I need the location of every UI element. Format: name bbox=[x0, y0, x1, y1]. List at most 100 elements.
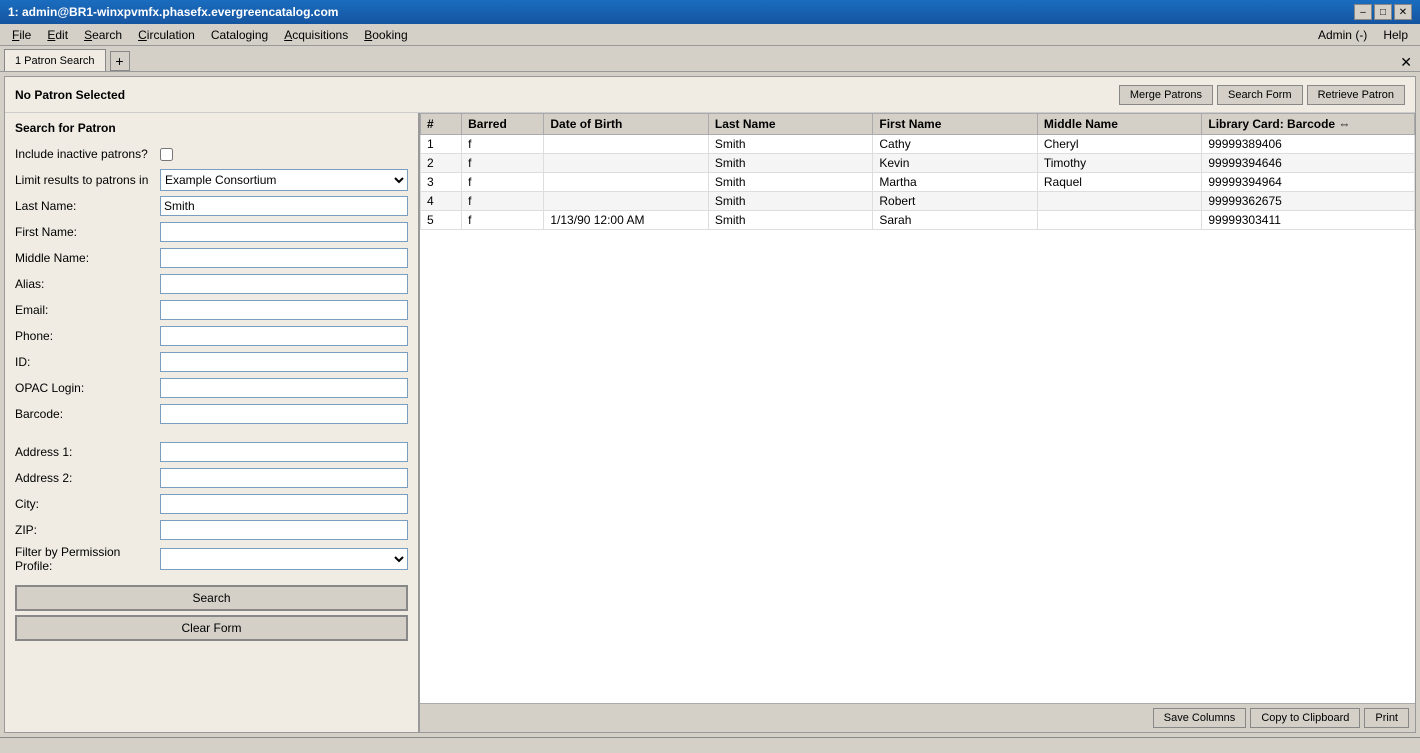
middle-name-row: Middle Name: bbox=[15, 247, 408, 269]
search-form-button[interactable]: Search Form bbox=[1217, 85, 1303, 105]
email-input[interactable] bbox=[160, 300, 408, 320]
cell-barred: f bbox=[462, 135, 544, 154]
copy-clipboard-button[interactable]: Copy to Clipboard bbox=[1250, 708, 1360, 728]
id-input[interactable] bbox=[160, 352, 408, 372]
menu-admin[interactable]: Admin (-) bbox=[1310, 26, 1375, 44]
id-row: ID: bbox=[15, 351, 408, 373]
address2-label: Address 2: bbox=[15, 471, 160, 485]
permission-profile-select[interactable] bbox=[160, 548, 408, 570]
cell-middle bbox=[1037, 192, 1202, 211]
phone-input[interactable] bbox=[160, 326, 408, 346]
save-columns-button[interactable]: Save Columns bbox=[1153, 708, 1247, 728]
city-label: City: bbox=[15, 497, 160, 511]
table-row[interactable]: 2fSmithKevinTimothy99999394646 bbox=[421, 154, 1415, 173]
alias-row: Alias: bbox=[15, 273, 408, 295]
search-button[interactable]: Search bbox=[15, 585, 408, 611]
merge-patrons-button[interactable]: Merge Patrons bbox=[1119, 85, 1213, 105]
address1-input[interactable] bbox=[160, 442, 408, 462]
table-row[interactable]: 4fSmithRobert99999362675 bbox=[421, 192, 1415, 211]
title-bar-controls: – □ ✕ bbox=[1354, 4, 1412, 20]
limit-results-select[interactable]: Example Consortium bbox=[160, 169, 408, 191]
title-bar: 1: admin@BR1-winxpvmfx.phasefx.evergreen… bbox=[0, 0, 1420, 24]
results-footer: Save Columns Copy to Clipboard Print bbox=[420, 703, 1415, 732]
menu-bar: File Edit Search Circulation Cataloging … bbox=[0, 24, 1420, 46]
col-header-num[interactable]: # bbox=[421, 114, 462, 135]
address1-label: Address 1: bbox=[15, 445, 160, 459]
cell-barred: f bbox=[462, 173, 544, 192]
menu-help[interactable]: Help bbox=[1375, 26, 1416, 44]
cell-barred: f bbox=[462, 192, 544, 211]
cell-middle: Cheryl bbox=[1037, 135, 1202, 154]
maximize-button[interactable]: □ bbox=[1374, 4, 1392, 20]
cell-middle bbox=[1037, 211, 1202, 230]
cell-first: Sarah bbox=[873, 211, 1038, 230]
barcode-input[interactable] bbox=[160, 404, 408, 424]
results-panel: # Barred Date of Birth Last Name First N… bbox=[420, 113, 1415, 732]
menu-booking[interactable]: Booking bbox=[356, 26, 415, 44]
email-label: Email: bbox=[15, 303, 160, 317]
barcode-label: Barcode: bbox=[15, 407, 160, 421]
print-button[interactable]: Print bbox=[1364, 708, 1409, 728]
col-header-middle[interactable]: Middle Name bbox=[1037, 114, 1202, 135]
cell-last: Smith bbox=[708, 192, 873, 211]
opac-login-input[interactable] bbox=[160, 378, 408, 398]
tab-add-button[interactable]: + bbox=[110, 51, 130, 71]
menu-cataloging[interactable]: Cataloging bbox=[203, 26, 276, 44]
col-header-last[interactable]: Last Name bbox=[708, 114, 873, 135]
menu-file[interactable]: File bbox=[4, 26, 39, 44]
clear-form-button[interactable]: Clear Form bbox=[15, 615, 408, 641]
opac-login-row: OPAC Login: bbox=[15, 377, 408, 399]
cell-barred: f bbox=[462, 211, 544, 230]
alias-input[interactable] bbox=[160, 274, 408, 294]
cell-dob: 1/13/90 12:00 AM bbox=[544, 211, 709, 230]
minimize-button[interactable]: – bbox=[1354, 4, 1372, 20]
last-name-row: Last Name: bbox=[15, 195, 408, 217]
limit-results-label: Limit results to patrons in bbox=[15, 173, 160, 187]
close-tab-button[interactable]: ✕ bbox=[1400, 54, 1416, 71]
cell-dob bbox=[544, 192, 709, 211]
table-row[interactable]: 5f1/13/90 12:00 AMSmithSarah99999303411 bbox=[421, 211, 1415, 230]
menu-search[interactable]: Search bbox=[76, 26, 130, 44]
col-header-libcard[interactable]: Library Card: Barcode ⇔ bbox=[1202, 114, 1415, 135]
table-header-row: # Barred Date of Birth Last Name First N… bbox=[421, 114, 1415, 135]
close-button[interactable]: ✕ bbox=[1394, 4, 1412, 20]
address2-input[interactable] bbox=[160, 468, 408, 488]
cell-barred: f bbox=[462, 154, 544, 173]
permission-profile-row: Filter by Permission Profile: bbox=[15, 545, 408, 573]
header-buttons: Merge Patrons Search Form Retrieve Patro… bbox=[1119, 85, 1405, 105]
city-input[interactable] bbox=[160, 494, 408, 514]
tab-patron-search[interactable]: 1 Patron Search bbox=[4, 49, 106, 71]
table-row[interactable]: 1fSmithCathyCheryl99999389406 bbox=[421, 135, 1415, 154]
cell-num: 2 bbox=[421, 154, 462, 173]
menu-acquisitions[interactable]: Acquisitions bbox=[276, 26, 356, 44]
cell-first: Cathy bbox=[873, 135, 1038, 154]
header-row: No Patron Selected Merge Patrons Search … bbox=[5, 77, 1415, 113]
opac-login-label: OPAC Login: bbox=[15, 381, 160, 395]
table-row[interactable]: 3fSmithMarthaRaquel99999394964 bbox=[421, 173, 1415, 192]
col-header-dob[interactable]: Date of Birth bbox=[544, 114, 709, 135]
zip-input[interactable] bbox=[160, 520, 408, 540]
col-resize-icon[interactable]: ⇔ bbox=[1338, 117, 1350, 131]
col-header-first[interactable]: First Name bbox=[873, 114, 1038, 135]
cell-dob bbox=[544, 135, 709, 154]
first-name-row: First Name: bbox=[15, 221, 408, 243]
last-name-input[interactable] bbox=[160, 196, 408, 216]
cell-middle: Timothy bbox=[1037, 154, 1202, 173]
results-tbody: 1fSmithCathyCheryl999993894062fSmithKevi… bbox=[421, 135, 1415, 230]
middle-name-input[interactable] bbox=[160, 248, 408, 268]
col-header-barred[interactable]: Barred bbox=[462, 114, 544, 135]
include-inactive-row: Include inactive patrons? bbox=[15, 143, 408, 165]
cell-middle: Raquel bbox=[1037, 173, 1202, 192]
first-name-label: First Name: bbox=[15, 225, 160, 239]
address1-row: Address 1: bbox=[15, 441, 408, 463]
id-label: ID: bbox=[15, 355, 160, 369]
results-table-container[interactable]: # Barred Date of Birth Last Name First N… bbox=[420, 113, 1415, 703]
menu-circulation[interactable]: Circulation bbox=[130, 26, 203, 44]
first-name-input[interactable] bbox=[160, 222, 408, 242]
barcode-row: Barcode: bbox=[15, 403, 408, 425]
cell-first: Kevin bbox=[873, 154, 1038, 173]
retrieve-patron-button[interactable]: Retrieve Patron bbox=[1307, 85, 1405, 105]
include-inactive-checkbox[interactable] bbox=[160, 148, 173, 161]
search-form-title: Search for Patron bbox=[15, 121, 408, 135]
menu-edit[interactable]: Edit bbox=[39, 26, 76, 44]
